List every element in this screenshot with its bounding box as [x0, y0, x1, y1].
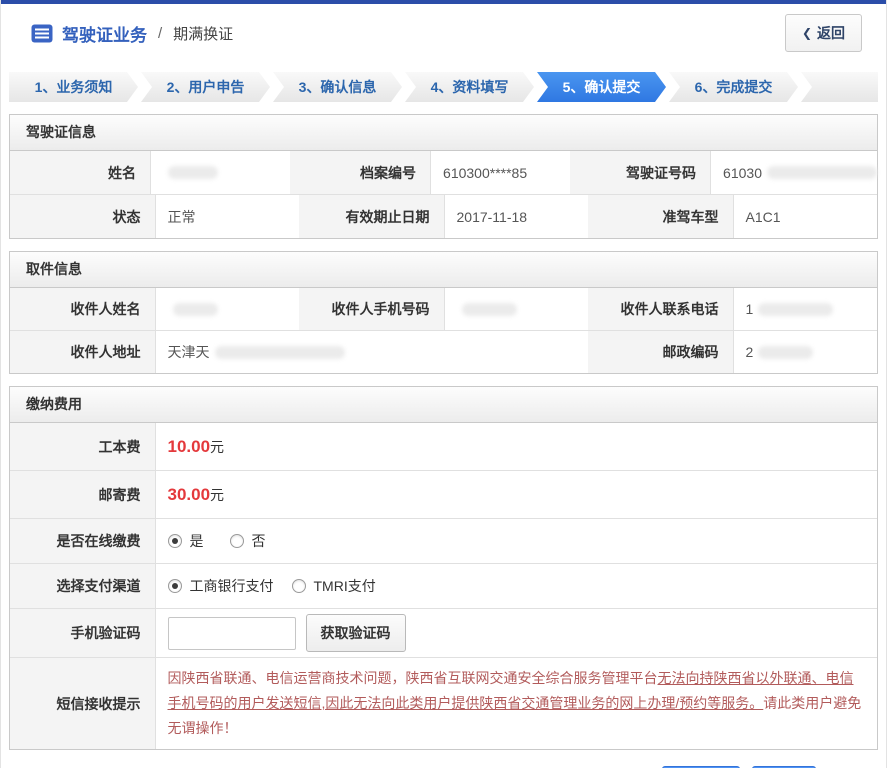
main-content: 驾驶证信息 姓名 档案编号 610300****85 驾驶证号码 61030 状…: [1, 114, 886, 768]
postal-code-label: 邮政编码: [588, 331, 733, 373]
recipient-phone-label: 收件人联系电话: [588, 288, 733, 330]
payment-section-title: 缴纳费用: [10, 387, 877, 423]
expiry-date-value: 2017-11-18: [443, 195, 588, 238]
postal-code-value: 2: [732, 331, 877, 373]
fee-unit: 元: [210, 486, 225, 503]
icbc-pay-radio[interactable]: 工商银行支付: [167, 576, 274, 596]
license-info-section: 驾驶证信息 姓名 档案编号 610300****85 驾驶证号码 61030 状…: [9, 114, 878, 239]
step-6-finish-submit: 6、完成提交: [669, 72, 798, 102]
page: 驾驶证业务 / 期满换证 ❮ 返回 1、业务须知 2、用户申告 3、确认信息 4…: [0, 0, 887, 768]
radio-checked-icon: [167, 534, 182, 548]
file-number-label: 档案编号: [290, 151, 431, 194]
page-title: 驾驶证业务: [62, 25, 147, 45]
table-row: 邮寄费 30.00 元: [10, 470, 877, 518]
recipient-name-value: [154, 288, 299, 330]
redacted-value: [214, 345, 345, 359]
page-header: 驾驶证业务 / 期满换证 ❮ 返回: [1, 4, 886, 62]
redacted-value: [172, 302, 218, 316]
radio-unchecked-icon: [291, 579, 306, 593]
redacted-value: [461, 302, 517, 316]
step-1-business-notice: 1、业务须知: [9, 72, 138, 102]
icbc-pay-label: 工商银行支付: [189, 578, 274, 594]
license-number-label: 驾驶证号码: [570, 151, 711, 194]
sms-notice-text: 因陕西省联通、电信运营商技术问题，陕西省互联网交通安全综合服务管理平台无法向持陕…: [167, 670, 862, 736]
online-pay-no-radio[interactable]: 否: [229, 531, 266, 551]
pay-channel-label: 选择支付渠道: [10, 564, 155, 608]
table-row: 手机验证码 获取验证码: [10, 608, 877, 657]
production-fee-label: 工本费: [10, 423, 155, 470]
license-section-title: 驾驶证信息: [10, 115, 877, 151]
fee-unit: 元: [210, 438, 225, 455]
payment-section: 缴纳费用 工本费 10.00 元 邮寄费 30.00 元 是否在线缴费 是 否 …: [9, 386, 878, 750]
sms-code-field: 获取验证码: [154, 609, 877, 657]
recipient-address-label: 收件人地址: [10, 331, 155, 373]
breadcrumb: 驾驶证业务 / 期满换证: [31, 21, 233, 46]
table-row: 短信接收提示 因陕西省联通、电信运营商技术问题，陕西省互联网交通安全综合服务管理…: [10, 657, 877, 749]
step-2-user-declaration: 2、用户申告: [141, 72, 270, 102]
table-row: 工本费 10.00 元: [10, 423, 877, 470]
table-row: 姓名 档案编号 610300****85 驾驶证号码 61030: [10, 151, 877, 194]
recipient-mobile-value: [443, 288, 588, 330]
radio-unchecked-icon: [229, 534, 244, 548]
license-number-value: 61030: [710, 151, 877, 194]
tmri-pay-radio[interactable]: TMRI支付: [291, 576, 376, 596]
redacted-value: [766, 166, 877, 179]
back-button[interactable]: ❮ 返回: [784, 14, 862, 52]
redacted-value: [758, 302, 834, 316]
recipient-mobile-label: 收件人手机号码: [299, 288, 444, 330]
recipient-phone-value: 1: [732, 288, 877, 330]
form-list-icon: [31, 24, 53, 43]
step-5-confirm-submit-active: 5、确认提交: [537, 72, 666, 102]
radio-checked-icon: [167, 579, 182, 593]
table-row: 是否在线缴费 是 否: [10, 518, 877, 563]
sms-code-input[interactable]: [167, 616, 296, 650]
status-label: 状态: [10, 195, 155, 238]
name-label: 姓名: [10, 151, 150, 194]
back-button-label: 返回: [817, 25, 845, 41]
postage-fee-amount: 30.00: [167, 484, 211, 504]
online-pay-yes-radio[interactable]: 是: [167, 531, 204, 551]
sms-notice-label: 短信接收提示: [10, 658, 155, 749]
page-subtitle: 期满换证: [173, 25, 234, 43]
online-pay-yes-label: 是: [189, 533, 204, 549]
table-row: 收件人姓名 收件人手机号码 收件人联系电话 1: [10, 288, 877, 330]
production-fee-amount: 10.00: [167, 436, 211, 456]
pickup-info-section: 取件信息 收件人姓名 收件人手机号码 收件人联系电话 1 收件人地址 天津天 邮…: [9, 251, 878, 374]
name-value: [150, 151, 291, 194]
tmri-pay-label: TMRI支付: [313, 578, 376, 594]
online-pay-options: 是 否: [154, 519, 877, 563]
production-fee-value: 10.00 元: [154, 423, 877, 470]
get-sms-code-button[interactable]: 获取验证码: [305, 614, 406, 652]
step-4-fill-data: 4、资料填写: [405, 72, 534, 102]
step-3-confirm-info: 3、确认信息: [273, 72, 402, 102]
file-number-value: 610300****85: [430, 151, 571, 194]
table-row: 状态 正常 有效期止日期 2017-11-18 准驾车型 A1C1: [10, 194, 877, 238]
redacted-value: [758, 345, 814, 359]
recipient-name-label: 收件人姓名: [10, 288, 155, 330]
pickup-section-title: 取件信息: [10, 252, 877, 288]
sms-notice-value: 因陕西省联通、电信运营商技术问题，陕西省互联网交通安全综合服务管理平台无法向持陕…: [154, 658, 877, 749]
step-progress-bar: 1、业务须知 2、用户申告 3、确认信息 4、资料填写 5、确认提交 6、完成提…: [9, 72, 878, 102]
status-value: 正常: [154, 195, 299, 238]
expiry-date-label: 有效期止日期: [299, 195, 444, 238]
vehicle-class-label: 准驾车型: [588, 195, 733, 238]
table-row: 收件人地址 天津天 邮政编码 2: [10, 330, 877, 373]
back-arrow-icon: ❮: [801, 26, 812, 40]
step-bar-filler: [801, 72, 878, 102]
table-row: 选择支付渠道 工商银行支付 TMRI支付: [10, 563, 877, 608]
recipient-address-value: 天津天: [154, 331, 588, 373]
online-pay-no-label: 否: [251, 533, 266, 549]
vehicle-class-value: A1C1: [732, 195, 877, 238]
breadcrumb-separator: /: [158, 24, 163, 42]
postage-fee-label: 邮寄费: [10, 471, 155, 518]
sms-code-label: 手机验证码: [10, 609, 155, 657]
pay-channel-options: 工商银行支付 TMRI支付: [154, 564, 877, 608]
redacted-value: [168, 166, 218, 179]
online-pay-label: 是否在线缴费: [10, 519, 155, 563]
postage-fee-value: 30.00 元: [154, 471, 877, 518]
